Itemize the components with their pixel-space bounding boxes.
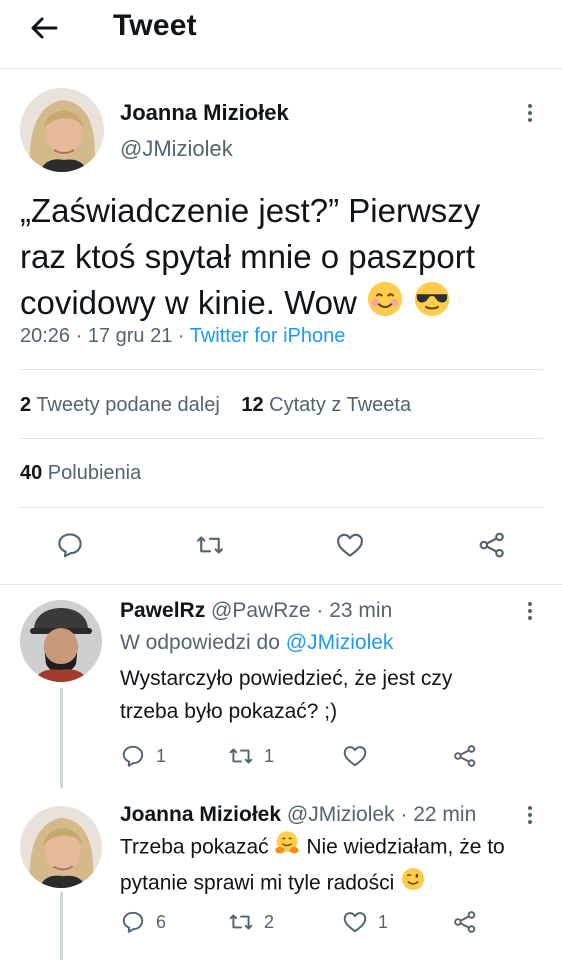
avatar[interactable] (20, 806, 102, 888)
share-icon (454, 911, 476, 933)
reply-like-button[interactable] (342, 741, 378, 771)
share-icon[interactable] (472, 525, 512, 565)
heart-icon (343, 746, 367, 767)
reply-author-handle[interactable]: @PawRze (211, 599, 311, 622)
reply-share-button[interactable] (452, 741, 488, 771)
tweet-source-link[interactable]: Twitter for iPhone (190, 325, 346, 347)
reply-timestamp: · 22 min (394, 803, 477, 826)
reply-count: 1 (156, 745, 167, 766)
likes-stat-row: 40 Polubienia (20, 462, 157, 485)
reply-text-line: Wystarczyło powiedzieć, że jest czy (120, 667, 453, 690)
heart-icon (343, 912, 367, 933)
more-vertical-icon[interactable] (526, 102, 534, 124)
tweet-text-line: raz ktoś spytał mnie o paszport (20, 238, 475, 275)
reply-author-name[interactable]: PawelRz (120, 599, 205, 622)
reply-text-segment: pytanie sprawi mi tyle radości (120, 871, 395, 895)
retweets-stat[interactable]: 2 Tweety podane dalej (20, 394, 220, 416)
reply-header: Joanna Miziołek @JMiziolek · 22 min (120, 800, 476, 830)
author-handle[interactable]: @JMiziolek (120, 136, 233, 162)
retweet-icon (229, 914, 253, 930)
reply-to-handle-link[interactable]: @JMiziolek (286, 631, 394, 654)
reply-text: Wystarczyło powiedzieć, że jest czy trze… (120, 662, 452, 728)
divider (20, 507, 543, 508)
reply-author-handle[interactable]: @JMiziolek (287, 803, 395, 826)
like-count: 1 (378, 911, 389, 932)
reply-text: Trzeba pokazać Nie wiedziałam, że to pyt… (120, 830, 505, 902)
arrow-left-icon[interactable] (28, 12, 60, 44)
divider (20, 369, 543, 370)
reply-to-label: W odpowiedzi do (120, 631, 286, 654)
share-icon (454, 745, 476, 767)
retweet-icon[interactable] (190, 525, 230, 565)
reply-header: PawelRz @PawRze · 23 min (120, 596, 392, 626)
tweet-text-segment: covidowy w kinie. Wow (20, 284, 357, 321)
reply-reply-button[interactable]: 6 (120, 907, 166, 937)
tweet-text-line: „Zaświadczenie jest?” Pierwszy (20, 192, 481, 229)
tweet-text: „Zaświadczenie jest?” Pierwszy raz ktoś … (20, 188, 540, 330)
winking-face-emoji-icon (400, 866, 426, 902)
avatar[interactable] (20, 88, 104, 172)
author-name[interactable]: Joanna Miziołek (120, 100, 289, 126)
top-bar: Tweet (0, 0, 562, 66)
reply-count: 6 (156, 911, 167, 932)
engagement-stats: 2 Tweety podane dalej 12 Cytaty z Tweeta (20, 394, 427, 417)
reply-text-line: pytanie sprawi mi tyle radości (120, 866, 505, 902)
quotes-stat[interactable]: 12 Cytaty z Tweeta (241, 394, 411, 416)
retweet-count: 2 (264, 911, 275, 932)
thread-line (60, 892, 63, 960)
reply-context: W odpowiedzi do @JMiziolek (120, 628, 393, 658)
divider (20, 438, 543, 439)
tweet-meta: 20:26 · 17 gru 21 · Twitter for iPhone (20, 325, 345, 348)
reply-icon (122, 745, 144, 767)
smiling-face-emoji-icon (366, 280, 404, 330)
reply-icon (122, 911, 144, 933)
reply-timestamp: · 23 min (310, 599, 393, 622)
section-divider (0, 584, 562, 585)
more-vertical-icon[interactable] (526, 804, 534, 826)
heart-icon[interactable] (330, 525, 370, 565)
page-title: Tweet (113, 9, 197, 42)
header-divider (0, 68, 562, 69)
retweet-count: 1 (264, 745, 275, 766)
reply-text-segment: Nie wiedziałam, że to (306, 835, 505, 859)
reply-text-line: Trzeba pokazać Nie wiedziałam, że to (120, 830, 505, 866)
reply-retweet-button[interactable]: 1 (228, 741, 274, 771)
reply-icon[interactable] (50, 525, 90, 565)
more-vertical-icon[interactable] (526, 600, 534, 622)
reply-share-button[interactable] (452, 907, 488, 937)
likes-stat[interactable]: 40 Polubienia (20, 462, 141, 484)
tweet-timestamp: 20:26 · 17 gru 21 · (20, 325, 190, 347)
tweet-text-line: covidowy w kinie. Wow (20, 280, 540, 330)
retweet-icon (229, 748, 253, 764)
thread-line (60, 688, 63, 788)
avatar[interactable] (20, 600, 102, 682)
reply-like-button[interactable]: 1 (342, 907, 388, 937)
reply-text-segment: Trzeba pokazać (120, 835, 269, 859)
hugging-face-emoji-icon (274, 830, 300, 866)
reply-author-name[interactable]: Joanna Miziołek (120, 803, 281, 826)
sunglasses-emoji-icon (413, 280, 451, 330)
reply-text-line: trzeba było pokazać? ;) (120, 700, 338, 723)
reply-reply-button[interactable]: 1 (120, 741, 166, 771)
reply-retweet-button[interactable]: 2 (228, 907, 274, 937)
